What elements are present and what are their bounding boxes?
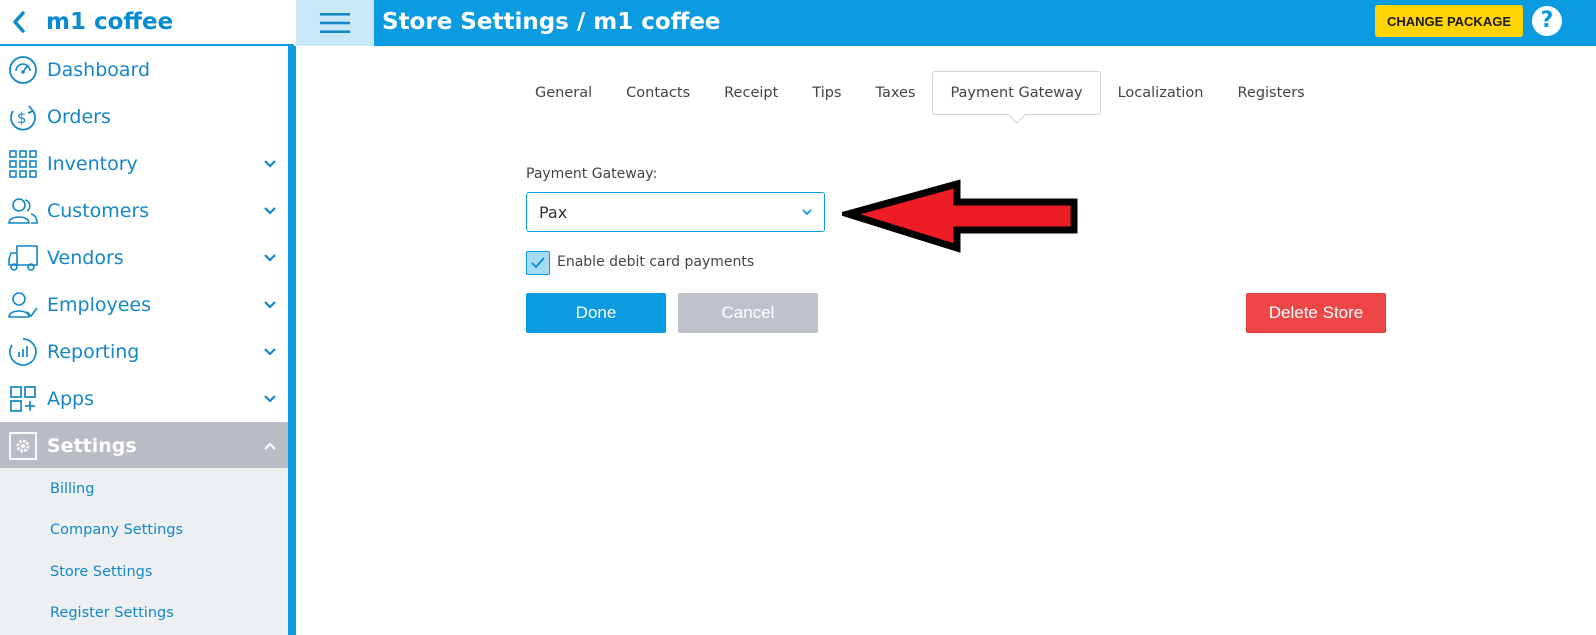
sidebar: m1 coffee Dashboard $ Orders Inventory C…: [0, 0, 296, 635]
nav-item-orders[interactable]: $ Orders: [0, 93, 288, 140]
help-button[interactable]: ?: [1532, 6, 1562, 36]
tab-registers[interactable]: Registers: [1220, 71, 1321, 115]
menu-button[interactable]: [296, 0, 374, 46]
nav-label: Apps: [47, 387, 95, 410]
dashboard-icon: [9, 55, 37, 84]
nav-label: Inventory: [47, 152, 138, 175]
nav-item-employees[interactable]: Employees: [0, 281, 288, 328]
back-button[interactable]: [0, 0, 38, 44]
chevron-left-icon: [13, 11, 25, 33]
checkmark-icon: [531, 257, 545, 269]
payment-gateway-label: Payment Gateway:: [526, 166, 658, 182]
nav-label: Employees: [47, 293, 151, 316]
truck-icon: [8, 244, 38, 271]
tab-contacts[interactable]: Contacts: [609, 71, 707, 115]
chevron-up-icon[interactable]: [262, 438, 278, 454]
sidebar-scroll-rail: [288, 46, 296, 635]
chevron-down-icon: [802, 209, 812, 216]
users-icon: [8, 197, 38, 224]
chevron-down-icon[interactable]: [262, 391, 278, 407]
chevron-down-icon[interactable]: [262, 344, 278, 360]
nav-label: Settings: [47, 434, 137, 457]
page-title: Store Settings / m1 coffee: [382, 9, 721, 35]
delete-store-button[interactable]: Delete Store: [1246, 293, 1386, 333]
apps-icon: [10, 385, 36, 412]
store-header: m1 coffee: [0, 0, 294, 46]
subnav-item-store-settings[interactable]: Store Settings: [0, 551, 288, 593]
top-bar: Store Settings / m1 coffee CHANGE PACKAG…: [296, 0, 1596, 46]
dollar-refresh-icon: $: [10, 104, 36, 131]
nav-label: Customers: [47, 199, 150, 222]
annotation-arrow-icon: [842, 179, 1078, 253]
gear-icon: [9, 431, 37, 460]
tab-taxes[interactable]: Taxes: [858, 71, 932, 115]
nav-item-dashboard[interactable]: Dashboard: [0, 46, 288, 93]
employee-icon: [8, 291, 38, 318]
subnav-item-register-settings[interactable]: Register Settings: [0, 593, 288, 635]
help-icon: ?: [1540, 8, 1554, 33]
done-button[interactable]: Done: [526, 293, 666, 333]
nav-item-reporting[interactable]: Reporting: [0, 328, 288, 375]
tab-localization[interactable]: Localization: [1101, 71, 1221, 115]
nav-item-vendors[interactable]: Vendors: [0, 234, 288, 281]
tab-general[interactable]: General: [518, 71, 609, 115]
grid-icon: [9, 149, 37, 178]
nav-item-inventory[interactable]: Inventory: [0, 140, 288, 187]
nav-item-apps[interactable]: Apps: [0, 375, 288, 422]
subnav-item-company-settings[interactable]: Company Settings: [0, 510, 288, 552]
tab-receipt[interactable]: Receipt: [707, 71, 795, 115]
nav-label: Orders: [47, 105, 111, 128]
nav-item-customers[interactable]: Customers: [0, 187, 288, 234]
nav-label: Vendors: [47, 246, 124, 269]
settings-tabs: General Contacts Receipt Tips Taxes Paym…: [518, 71, 1322, 115]
chevron-down-icon[interactable]: [262, 297, 278, 313]
nav-label: Dashboard: [47, 58, 151, 81]
svg-text:$: $: [17, 109, 27, 127]
chevron-down-icon[interactable]: [262, 203, 278, 219]
subnav-item-billing[interactable]: Billing: [0, 468, 288, 510]
chevron-down-icon[interactable]: [262, 156, 278, 172]
chart-icon: [9, 337, 37, 366]
cancel-button[interactable]: Cancel: [678, 293, 818, 333]
hamburger-icon: [320, 13, 350, 33]
nav-label: Reporting: [47, 340, 140, 363]
change-package-button[interactable]: CHANGE PACKAGE: [1375, 5, 1523, 37]
debit-card-label: Enable debit card payments: [557, 254, 755, 270]
tab-payment-gateway[interactable]: Payment Gateway: [932, 71, 1101, 115]
store-name: m1 coffee: [46, 9, 174, 35]
payment-gateway-value: Pax: [539, 202, 568, 222]
debit-card-checkbox[interactable]: [526, 251, 550, 275]
payment-gateway-select[interactable]: Pax: [526, 192, 825, 232]
main-nav: Dashboard $ Orders Inventory Customers V…: [0, 46, 288, 469]
nav-item-settings[interactable]: Settings: [0, 422, 288, 469]
settings-subnav: Billing Company Settings Store Settings …: [0, 468, 288, 635]
chevron-down-icon[interactable]: [262, 250, 278, 266]
tab-tips[interactable]: Tips: [795, 71, 858, 115]
